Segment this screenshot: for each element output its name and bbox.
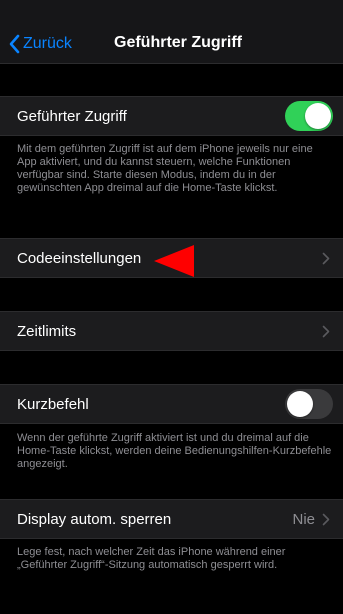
auto-lock-value: Nie — [292, 511, 315, 528]
toggle-knob — [287, 391, 313, 417]
shortcut-label: Kurzbefehl — [17, 396, 89, 413]
page-title: Geführter Zugriff — [114, 34, 242, 51]
guided-access-toggle[interactable] — [285, 101, 333, 131]
time-limits-label: Zeitlimits — [17, 323, 77, 340]
toggle-knob — [305, 103, 331, 129]
auto-lock-description: Lege fest, nach welcher Zeit das iPhone … — [17, 546, 286, 571]
chevron-right-icon — [322, 325, 330, 338]
navigation-bar: Zurück Geführter Zugriff — [0, 0, 343, 64]
chevron-left-icon — [9, 34, 20, 54]
shortcut-row: Kurzbefehl — [0, 384, 343, 424]
guided-access-label: Geführter Zugriff — [17, 108, 127, 125]
shortcut-description: Wenn der geführte Zugriff aktiviert ist … — [17, 432, 332, 470]
back-button[interactable]: Zurück — [8, 33, 72, 55]
auto-lock-row[interactable]: Display autom. sperren Nie — [0, 499, 343, 539]
guided-access-row: Geführter Zugriff — [0, 96, 343, 136]
guided-access-description: Mit dem geführten Zugriff ist auf dem iP… — [17, 143, 313, 194]
guided-access-screen: Zurück Geführter Zugriff Geführter Zugri… — [0, 0, 343, 614]
time-limits-row[interactable]: Zeitlimits — [0, 311, 343, 351]
chevron-right-icon — [322, 513, 330, 526]
auto-lock-label: Display autom. sperren — [17, 511, 172, 528]
back-button-label: Zurück — [23, 35, 72, 52]
chevron-right-icon — [322, 252, 330, 265]
shortcut-toggle[interactable] — [285, 389, 333, 419]
passcode-settings-label: Codeeinstellungen — [17, 250, 142, 267]
red-arrow-marker — [154, 245, 194, 277]
